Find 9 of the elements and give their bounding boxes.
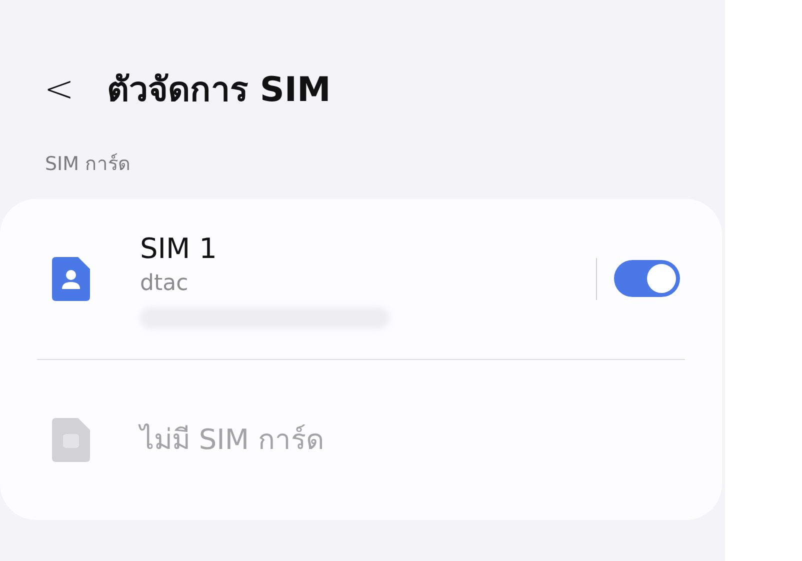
sim-title: SIM 1 — [140, 230, 218, 266]
back-button[interactable]: < — [44, 72, 74, 108]
sim-card-person-icon — [52, 256, 90, 300]
sim-title: ไม่มี SIM การ์ด — [140, 422, 325, 458]
page-title: ตัวจัดการ SIM — [107, 68, 331, 112]
toggle-switch[interactable] — [614, 260, 680, 297]
section-label: SIM การ์ด — [45, 152, 130, 177]
carrier-name: dtac — [140, 270, 190, 298]
sim-card-icon — [52, 418, 90, 462]
